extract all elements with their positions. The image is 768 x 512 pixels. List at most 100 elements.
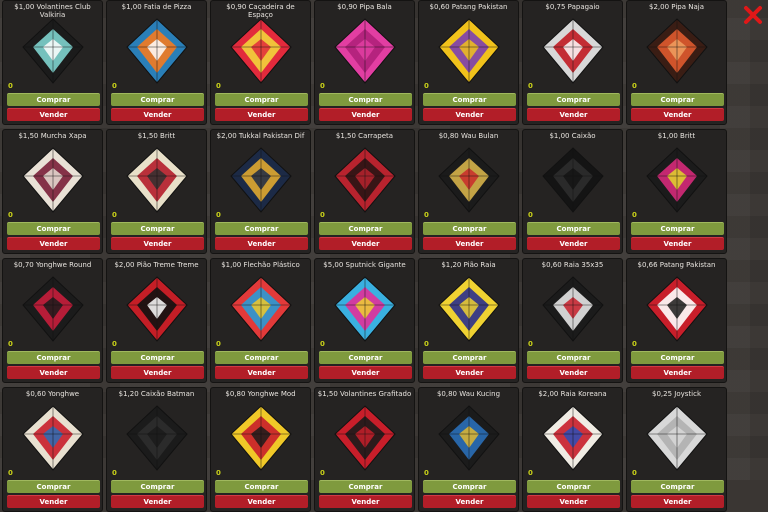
kite-image — [646, 147, 708, 213]
kite-art — [541, 404, 605, 472]
kite-card: $1,20 Pião Raia 0 Comprar Vender — [418, 258, 519, 383]
buy-button[interactable]: Comprar — [215, 351, 308, 364]
kite-title: $1,50 Britt — [137, 132, 176, 140]
kite-card: $0,80 Wau Kucing 0 Comprar Vender — [418, 387, 519, 512]
buy-button[interactable]: Comprar — [319, 222, 412, 235]
kite-art — [645, 146, 709, 214]
buy-button[interactable]: Comprar — [527, 93, 620, 106]
sell-button[interactable]: Vender — [631, 495, 724, 508]
buy-button[interactable]: Comprar — [215, 480, 308, 493]
sell-button[interactable]: Vender — [631, 108, 724, 121]
sell-button[interactable]: Vender — [7, 366, 100, 379]
kite-art — [541, 17, 605, 85]
kite-image — [438, 147, 500, 213]
sell-button[interactable]: Vender — [111, 108, 204, 121]
kite-card: $0,70 Yonghwe Round 0 Comprar Vender — [2, 258, 103, 383]
sell-button[interactable]: Vender — [319, 495, 412, 508]
buy-button[interactable]: Comprar — [631, 222, 724, 235]
sell-button[interactable]: Vender — [527, 495, 620, 508]
kite-card: $1,50 Britt 0 Comprar Vender — [106, 129, 207, 254]
buy-button[interactable]: Comprar — [319, 351, 412, 364]
buy-button[interactable]: Comprar — [319, 93, 412, 106]
kite-title: $0,75 Papagaio — [545, 3, 600, 11]
sell-button[interactable]: Vender — [631, 237, 724, 250]
kite-card: $0,25 Joystick 0 Comprar Vender — [626, 387, 727, 512]
kite-art — [21, 275, 85, 343]
sell-button[interactable]: Vender — [215, 108, 308, 121]
sell-button[interactable]: Vender — [423, 495, 516, 508]
buy-button[interactable]: Comprar — [631, 351, 724, 364]
buy-button[interactable]: Comprar — [319, 480, 412, 493]
kite-title: $0,70 Yonghwe Round — [13, 261, 92, 269]
sell-button[interactable]: Vender — [215, 366, 308, 379]
buy-button[interactable]: Comprar — [423, 351, 516, 364]
sell-button[interactable]: Vender — [527, 366, 620, 379]
buy-button[interactable]: Comprar — [111, 93, 204, 106]
sell-button[interactable]: Vender — [7, 108, 100, 121]
buy-button[interactable]: Comprar — [215, 222, 308, 235]
kite-image — [334, 147, 396, 213]
kite-shop-grid: $1,00 Volantines Club Valkiria 0 Comprar… — [0, 0, 768, 512]
buy-button[interactable]: Comprar — [7, 480, 100, 493]
sell-button[interactable]: Vender — [319, 366, 412, 379]
kite-image — [438, 276, 500, 342]
buy-button[interactable]: Comprar — [111, 480, 204, 493]
buy-button[interactable]: Comprar — [7, 351, 100, 364]
buy-button[interactable]: Comprar — [631, 480, 724, 493]
buy-button[interactable]: Comprar — [527, 351, 620, 364]
buy-button[interactable]: Comprar — [527, 222, 620, 235]
sell-button[interactable]: Vender — [111, 495, 204, 508]
kite-card: $0,90 Caçadeira de Espaço 0 Comprar Vend… — [210, 0, 311, 125]
kite-art — [229, 404, 293, 472]
sell-button[interactable]: Vender — [527, 237, 620, 250]
kite-card: $1,00 Britt 0 Comprar Vender — [626, 129, 727, 254]
sell-button[interactable]: Vender — [111, 237, 204, 250]
sell-button[interactable]: Vender — [423, 237, 516, 250]
buy-button[interactable]: Comprar — [111, 222, 204, 235]
kite-quantity: 0 — [216, 340, 221, 348]
close-button[interactable] — [742, 4, 764, 26]
kite-quantity: 0 — [528, 211, 533, 219]
sell-button[interactable]: Vender — [631, 366, 724, 379]
kite-card: $0,80 Wau Bulan 0 Comprar Vender — [418, 129, 519, 254]
kite-card: $0,60 Yonghwe 0 Comprar Vender — [2, 387, 103, 512]
buy-button[interactable]: Comprar — [527, 480, 620, 493]
kite-art — [333, 275, 397, 343]
kite-art — [437, 146, 501, 214]
kite-title: $0,80 Wau Bulan — [438, 132, 499, 140]
buy-button[interactable]: Comprar — [423, 480, 516, 493]
kite-title: $1,00 Caixão — [549, 132, 596, 140]
kite-title: $1,00 Britt — [657, 132, 696, 140]
sell-button[interactable]: Vender — [319, 108, 412, 121]
kite-image — [542, 405, 604, 471]
kite-image — [126, 147, 188, 213]
sell-button[interactable]: Vender — [215, 237, 308, 250]
kite-quantity: 0 — [8, 211, 13, 219]
kite-image — [334, 276, 396, 342]
buy-button[interactable]: Comprar — [631, 93, 724, 106]
buy-button[interactable]: Comprar — [215, 93, 308, 106]
buy-button[interactable]: Comprar — [7, 222, 100, 235]
sell-button[interactable]: Vender — [7, 237, 100, 250]
buy-button[interactable]: Comprar — [423, 222, 516, 235]
kite-image — [542, 18, 604, 84]
buy-button[interactable]: Comprar — [7, 93, 100, 106]
sell-button[interactable]: Vender — [527, 108, 620, 121]
kite-card: $1,50 Murcha Xapa 0 Comprar Vender — [2, 129, 103, 254]
sell-button[interactable]: Vender — [423, 366, 516, 379]
sell-button[interactable]: Vender — [7, 495, 100, 508]
buy-button[interactable]: Comprar — [423, 93, 516, 106]
sell-button[interactable]: Vender — [319, 237, 412, 250]
kite-title: $0,90 Pipa Bala — [337, 3, 392, 11]
kite-image — [542, 147, 604, 213]
kite-art — [333, 17, 397, 85]
sell-button[interactable]: Vender — [215, 495, 308, 508]
kite-image — [22, 276, 84, 342]
kite-quantity: 0 — [320, 82, 325, 90]
sell-button[interactable]: Vender — [111, 366, 204, 379]
buy-button[interactable]: Comprar — [111, 351, 204, 364]
kite-quantity: 0 — [112, 82, 117, 90]
kite-card: $0,66 Patang Pakistan 0 Comprar Vender — [626, 258, 727, 383]
kite-image — [334, 405, 396, 471]
sell-button[interactable]: Vender — [423, 108, 516, 121]
